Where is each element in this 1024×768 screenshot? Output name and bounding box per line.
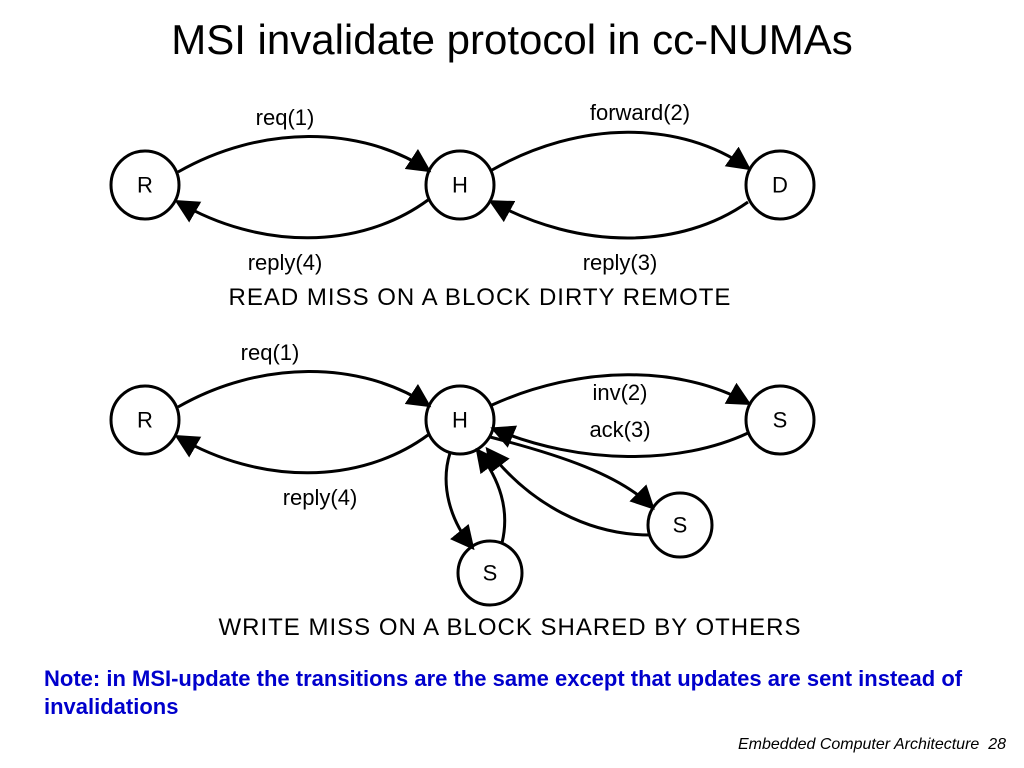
edge2-req1 — [178, 371, 428, 407]
edge-forward2-label: forward(2) — [590, 100, 690, 125]
node-r2-label: R — [137, 408, 153, 433]
edge-req1 — [178, 136, 428, 172]
diagram-read-miss: R H D req(1) reply(4) forward(2) reply(3… — [111, 100, 814, 311]
node-s1-label: S — [773, 408, 788, 433]
footer-course: Embedded Computer Architecture — [738, 736, 979, 753]
slide-title: MSI invalidate protocol in cc-NUMAs — [0, 16, 1024, 64]
edge-reply3 — [492, 202, 748, 238]
edge-req1-label: req(1) — [256, 105, 315, 130]
edge2-inv-s3 — [446, 453, 472, 547]
slide-footer: Embedded Computer Architecture 28 — [738, 736, 1006, 754]
edge2-inv-s2 — [490, 437, 652, 507]
edge2-ack-s2 — [488, 450, 650, 535]
slide: MSI invalidate protocol in cc-NUMAs R H … — [0, 0, 1024, 768]
note-text: Note: in MSI-update the transitions are … — [44, 665, 964, 720]
edge2-inv-label: inv(2) — [592, 380, 647, 405]
diagram2-caption: WRITE MISS ON A BLOCK SHARED BY OTHERS — [218, 614, 801, 641]
edge-reply3-label: reply(3) — [583, 250, 658, 275]
edge2-ack-label: ack(3) — [589, 417, 650, 442]
node-s2-label: S — [673, 513, 688, 538]
edge2-reply4-label: reply(4) — [283, 485, 358, 510]
diagram-write-miss: R H S S S req(1) reply(4) inv(2) — [111, 340, 814, 641]
edge-reply4 — [178, 200, 428, 238]
footer-page: 28 — [988, 736, 1006, 753]
node-h2-label: H — [452, 408, 468, 433]
edge-forward2 — [492, 132, 748, 170]
node-r-label: R — [137, 173, 153, 198]
protocol-diagrams: R H D req(1) reply(4) forward(2) reply(3… — [60, 90, 960, 650]
diagram-area: R H D req(1) reply(4) forward(2) reply(3… — [60, 90, 960, 650]
edge2-req1-label: req(1) — [241, 340, 300, 365]
diagram1-caption: READ MISS ON A BLOCK DIRTY REMOTE — [229, 284, 732, 311]
edge2-reply4 — [178, 435, 428, 473]
node-s3-label: S — [483, 561, 498, 586]
node-h-label: H — [452, 173, 468, 198]
node-d-label: D — [772, 173, 788, 198]
edge-reply4-label: reply(4) — [248, 250, 323, 275]
